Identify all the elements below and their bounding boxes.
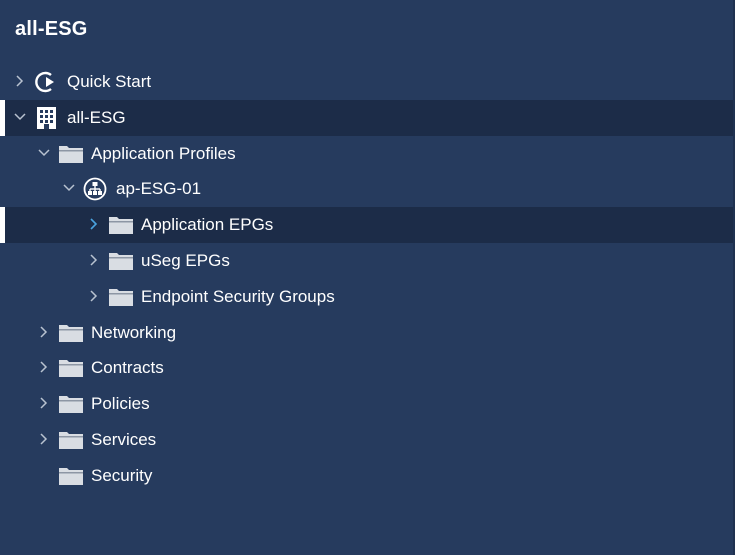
folder-icon bbox=[58, 142, 84, 166]
tree-item-ap-esg-01[interactable]: ap-ESG-01 bbox=[0, 171, 733, 207]
chevron-right-icon[interactable] bbox=[37, 396, 51, 410]
panel-title: all-ESG bbox=[15, 18, 88, 40]
tree-item-networking[interactable]: Networking bbox=[0, 315, 733, 351]
quick-start-icon bbox=[34, 70, 60, 94]
folder-icon bbox=[108, 213, 134, 237]
folder-icon bbox=[58, 392, 84, 416]
tree-item-label: Networking bbox=[91, 322, 177, 342]
tree-item-label: Contracts bbox=[91, 358, 164, 378]
tree-item-label: Security bbox=[91, 465, 153, 485]
tree-item-quick-start[interactable]: Quick Start bbox=[0, 64, 733, 100]
tree-item-label: Quick Start bbox=[67, 72, 152, 91]
folder-icon bbox=[58, 428, 84, 452]
tree-item-useg-epgs[interactable]: uSeg EPGs bbox=[0, 243, 733, 279]
tree-item-label: ap-ESG-01 bbox=[116, 179, 202, 199]
tree-item-label: Policies bbox=[91, 394, 150, 414]
tree-item-application-profiles[interactable]: Application Profiles bbox=[0, 136, 733, 172]
building-icon bbox=[35, 106, 61, 130]
folder-icon bbox=[58, 356, 84, 380]
tree-item-endpoint-security-groups[interactable]: Endpoint Security Groups bbox=[0, 279, 733, 315]
chevron-right-icon[interactable] bbox=[87, 217, 101, 231]
tree-item-label: Application EPGs bbox=[141, 215, 274, 235]
tree-item-services[interactable]: Services bbox=[0, 422, 733, 458]
folder-icon bbox=[58, 464, 84, 488]
navigation-panel: all-ESG Quick Start all-ESG Application … bbox=[0, 0, 735, 555]
chevron-right-icon[interactable] bbox=[37, 360, 51, 374]
navigation-tree: Quick Start all-ESG Application Profiles… bbox=[0, 64, 733, 494]
chevron-right-icon[interactable] bbox=[87, 289, 101, 303]
folder-icon bbox=[108, 285, 134, 309]
chevron-down-icon[interactable] bbox=[62, 181, 76, 195]
tree-item-contracts[interactable]: Contracts bbox=[0, 350, 733, 386]
tree-item-label: Endpoint Security Groups bbox=[141, 286, 335, 306]
tree-item-label: Application Profiles bbox=[91, 143, 236, 163]
chevron-right-icon[interactable] bbox=[37, 325, 51, 339]
chevron-down-icon[interactable] bbox=[13, 110, 27, 124]
tree-item-label: Services bbox=[91, 429, 157, 449]
tree-item-label: uSeg EPGs bbox=[141, 250, 230, 270]
chevron-down-icon[interactable] bbox=[37, 146, 51, 160]
tree-item-tenant[interactable]: all-ESG bbox=[0, 99, 733, 136]
folder-icon bbox=[108, 249, 134, 273]
tree-item-policies[interactable]: Policies bbox=[0, 386, 733, 422]
chevron-right-icon[interactable] bbox=[87, 253, 101, 267]
tree-item-security[interactable]: Security bbox=[0, 458, 733, 494]
tree-item-label: all-ESG bbox=[67, 107, 126, 127]
application-profile-icon bbox=[83, 177, 109, 201]
chevron-right-icon[interactable] bbox=[37, 432, 51, 446]
chevron-right-icon[interactable] bbox=[13, 74, 27, 88]
tree-item-application-epgs[interactable]: Application EPGs bbox=[0, 207, 733, 243]
folder-icon bbox=[58, 321, 84, 345]
